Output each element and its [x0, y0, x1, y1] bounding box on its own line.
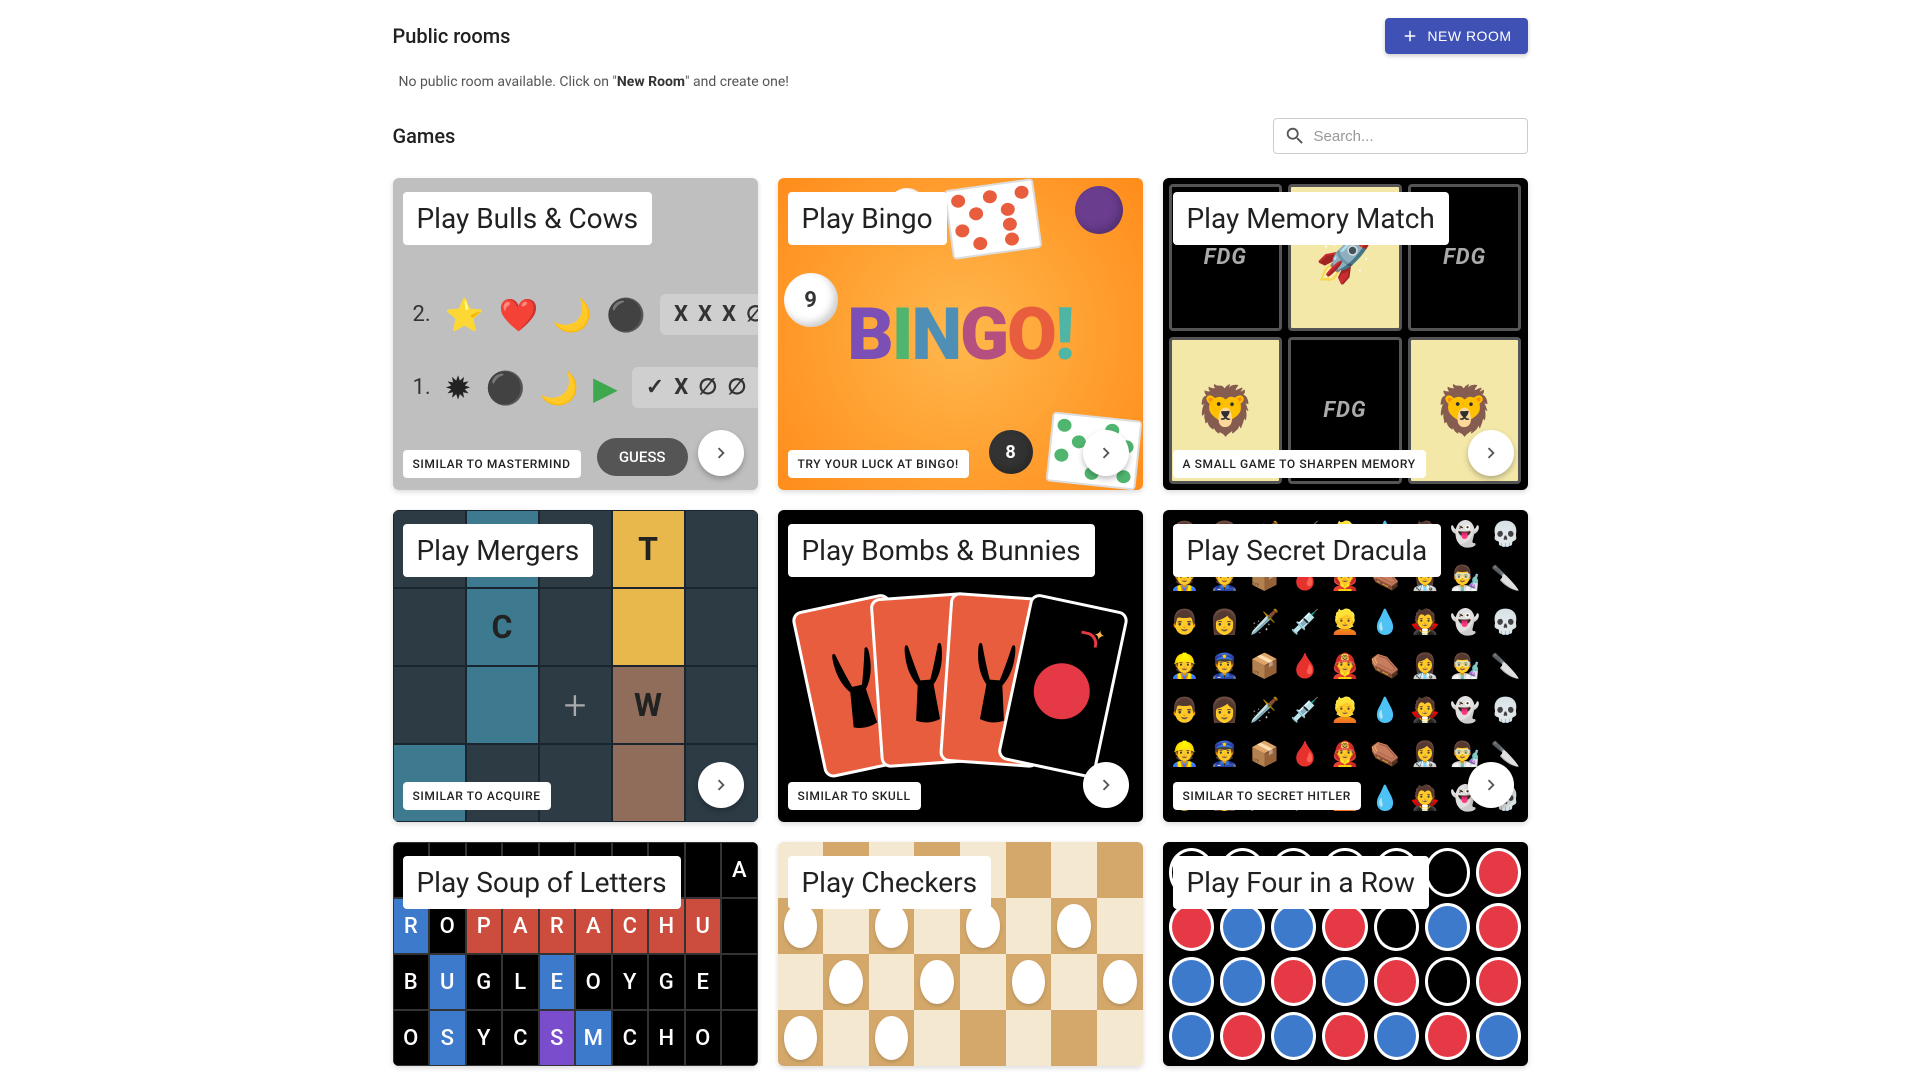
card-arrow-button[interactable] — [1468, 430, 1514, 476]
card-tag: SIMILAR TO SECRET HITLER — [1173, 782, 1361, 810]
search-icon — [1284, 125, 1306, 147]
game-card-checkers[interactable]: Play Checkers — [778, 842, 1143, 1066]
card-title: Play Checkers — [788, 856, 992, 909]
new-room-button[interactable]: NEW ROOM — [1385, 18, 1527, 54]
card-tag: TRY YOUR LUCK AT BINGO! — [788, 450, 969, 478]
new-room-label: NEW ROOM — [1427, 28, 1511, 44]
card-arrow-button[interactable] — [698, 430, 744, 476]
search-box[interactable] — [1273, 118, 1528, 154]
chevron-right-icon — [1480, 774, 1502, 796]
card-arrow-button[interactable] — [1083, 762, 1129, 808]
card-tag: SIMILAR TO MASTERMIND — [403, 450, 581, 478]
card-tag: SIMILAR TO ACQUIRE — [403, 782, 551, 810]
game-card-secret-dracula[interactable]: 👨👩🗡️💉👱💧🧛👻💀👷👮📦🩸👨‍🚒⚰️👩‍⚕️👨‍🔬🔪👨👩🗡️💉👱💧🧛👻💀👷👮📦… — [1163, 510, 1528, 822]
empty-rooms-message: No public room available. Click on "New … — [399, 74, 1528, 90]
card-title: Play Soup of Letters — [403, 856, 681, 909]
card-title: Play Bulls & Cows — [403, 192, 653, 245]
game-card-mergers[interactable]: TC+W Play Mergers SIMILAR TO ACQUIRE — [393, 510, 758, 822]
chevron-right-icon — [1480, 442, 1502, 464]
card-tag: SIMILAR TO SKULL — [788, 782, 921, 810]
card-title: Play Bingo — [788, 192, 947, 245]
public-rooms-heading: Public rooms — [393, 24, 511, 48]
guess-button: GUESS — [597, 438, 688, 476]
chevron-right-icon — [1095, 774, 1117, 796]
card-arrow-button[interactable] — [698, 762, 744, 808]
chevron-right-icon — [1095, 442, 1117, 464]
card-arrow-button[interactable] — [1083, 430, 1129, 476]
game-card-memory-match[interactable]: FDG 🚀 FDG 🦁 FDG 🦁 Play Memory Match A SM… — [1163, 178, 1528, 490]
games-grid: 2. ⭐ ❤️ 🌙 ⚫ XXX∅ 1. ✹ ⚫ 🌙 ▶ ✓X∅∅ GUESS P — [393, 178, 1528, 1066]
game-card-bulls-cows[interactable]: 2. ⭐ ❤️ 🌙 ⚫ XXX∅ 1. ✹ ⚫ 🌙 ▶ ✓X∅∅ GUESS P — [393, 178, 758, 490]
card-title: Play Bombs & Bunnies — [788, 524, 1095, 577]
card-title: Play Memory Match — [1173, 192, 1449, 245]
chevron-right-icon — [710, 442, 732, 464]
game-card-bombs-bunnies[interactable]: ✦ Play Bombs & Bunnies SIMILAR TO SKULL — [778, 510, 1143, 822]
game-card-four-in-a-row[interactable]: Play Four in a Row — [1163, 842, 1528, 1066]
card-title: Play Mergers — [403, 524, 594, 577]
bingo-logo: BINGO! — [847, 292, 1073, 377]
card-arrow-button[interactable] — [1468, 762, 1514, 808]
game-card-bingo[interactable]: 3 9 8 BINGO! Play Bingo TRY YOUR LUCK AT… — [778, 178, 1143, 490]
card-title: Play Four in a Row — [1173, 856, 1429, 909]
chevron-right-icon — [710, 774, 732, 796]
card-title: Play Secret Dracula — [1173, 524, 1442, 577]
card-tag: A SMALL GAME TO SHARPEN MEMORY — [1173, 450, 1426, 478]
plus-icon — [1401, 27, 1419, 45]
game-card-soup-of-letters[interactable]: AROPARACHU BUGLEOYGE OSYCSMCHO Play Soup… — [393, 842, 758, 1066]
search-input[interactable] — [1314, 128, 1517, 145]
games-heading: Games — [393, 124, 456, 148]
